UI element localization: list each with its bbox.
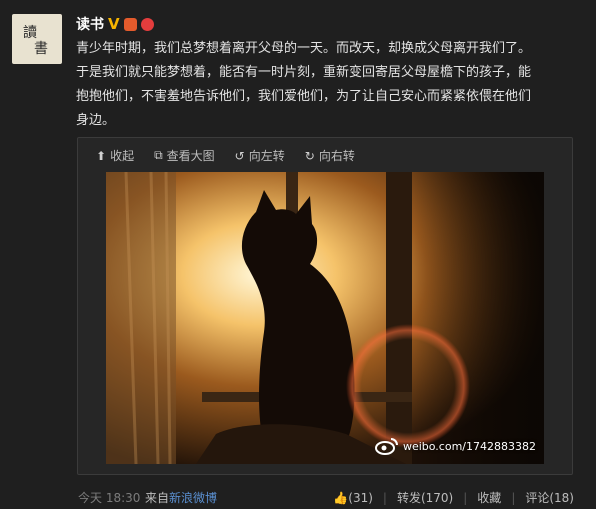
watermark-text: weibo.com/1742883382	[402, 439, 536, 453]
weibo-logo-icon	[374, 436, 399, 456]
repost-button[interactable]: 转发(170)	[397, 489, 453, 506]
view-large-label: 查看大图	[166, 149, 215, 163]
post-footer: 今天 18:30 来自新浪微博 👍(31) | 转发(170) | 收藏 | 评…	[0, 486, 596, 509]
rotate-right-label: 向右转	[318, 149, 355, 163]
avatar-seal-image: 讀 書	[15, 17, 59, 61]
source-link[interactable]: 新浪微博	[169, 491, 217, 505]
media-box: ⬆ 收起 ⧉ 查看大图 ↺ 向左转 ↻ 向右转 weibo.com/174288…	[77, 137, 573, 475]
comment-button[interactable]: 评论(18)	[525, 489, 574, 506]
svg-text:書: 書	[34, 41, 48, 57]
post-text: 青少年时期，我们总梦想着离开父母的一天。而改天，却换成父母离开我们了。 于是我们…	[76, 37, 576, 133]
cat-window-photo	[106, 172, 544, 464]
rotate-right-icon: ↻	[304, 148, 315, 163]
post-text-line: 于是我们就只能梦想着，能否有一时片刻，重新变回寄居父母屋檐下的孩子，能	[76, 65, 532, 80]
rotate-left-icon: ↺	[234, 148, 245, 163]
post-photo[interactable]: weibo.com/1742883382	[106, 172, 544, 464]
arrow-up-icon: ⬆	[96, 148, 107, 163]
rotate-left-button[interactable]: ↺ 向左转	[235, 147, 285, 164]
svg-text:讀: 讀	[23, 25, 37, 41]
favorite-button[interactable]: 收藏	[477, 489, 501, 506]
external-link-icon: ⧉	[154, 148, 163, 162]
post-actions: 👍(31) | 转发(170) | 收藏 | 评论(18)	[333, 489, 574, 506]
post-text-line: 青少年时期，我们总梦想着离开父母的一天。而改天，却换成父母离开我们了。	[76, 41, 532, 56]
post-text-line: 抱抱他们，不害羞地告诉他们，我们爱他们，为了让自己安心而紧紧依偎在他们	[76, 89, 532, 104]
separator: |	[382, 490, 387, 505]
collapse-button[interactable]: ⬆ 收起	[96, 147, 134, 164]
user-name-line: 读书 V	[76, 14, 154, 34]
view-large-button[interactable]: ⧉ 查看大图	[154, 147, 215, 164]
weibo-watermark: weibo.com/1742883382	[374, 436, 536, 456]
separator: |	[463, 490, 468, 505]
thumbs-up-icon: 👍	[333, 490, 349, 505]
source-prefix: 来自	[145, 491, 170, 505]
rotate-right-button[interactable]: ↻ 向右转	[305, 147, 355, 164]
rotate-left-label: 向左转	[248, 149, 285, 163]
post-source: 来自新浪微博	[145, 489, 217, 506]
avatar[interactable]: 讀 書	[12, 14, 62, 64]
media-toolbar: ⬆ 收起 ⧉ 查看大图 ↺ 向左转 ↻ 向右转	[96, 147, 355, 164]
crab-badge-icon[interactable]	[140, 17, 154, 31]
like-button[interactable]: 👍(31)	[333, 491, 373, 505]
post-text-line: 身边。	[76, 113, 116, 128]
collapse-label: 收起	[110, 149, 135, 163]
post-time[interactable]: 今天 18:30	[78, 489, 140, 506]
verified-icon[interactable]: V	[108, 15, 120, 33]
like-count: (31)	[348, 490, 373, 505]
crown-badge-icon[interactable]	[123, 17, 137, 31]
separator: |	[511, 490, 516, 505]
user-name[interactable]: 读书	[76, 14, 104, 34]
